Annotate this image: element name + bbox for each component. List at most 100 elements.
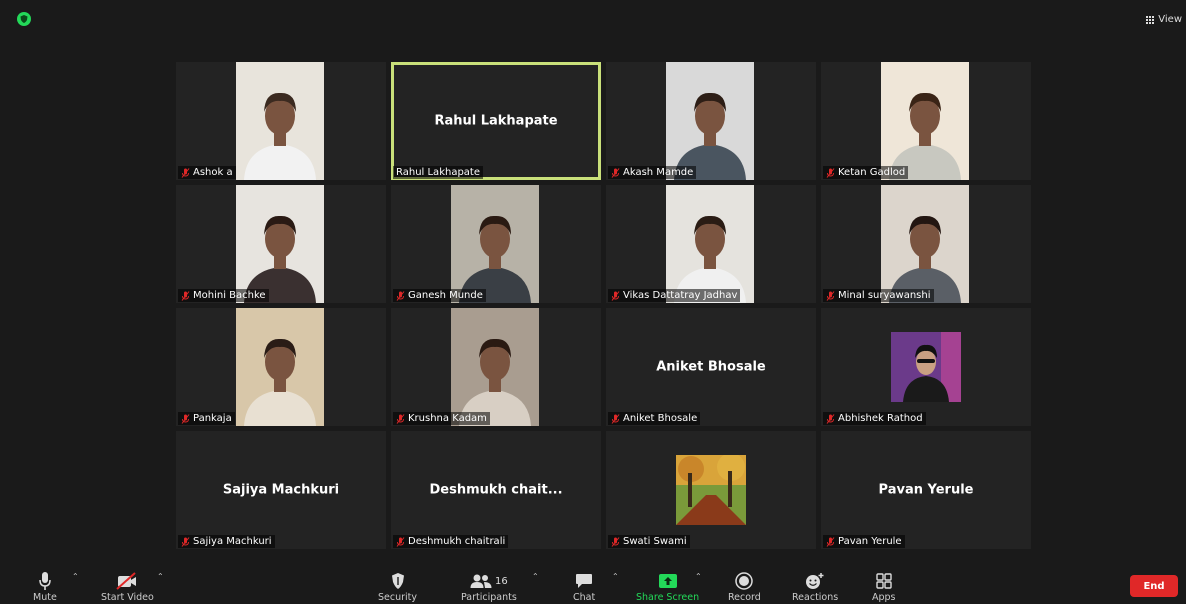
reactions-icon <box>806 573 824 589</box>
share-screen-icon <box>658 574 677 588</box>
participant-name: Rahul Lakhapate <box>396 167 480 178</box>
mute-options-caret[interactable]: ⌃ <box>72 572 79 581</box>
participant-nameplate: Abhishek Rathod <box>823 412 926 425</box>
muted-microphone-icon <box>611 413 620 424</box>
end-meeting-button[interactable]: End <box>1130 575 1178 597</box>
participants-icon <box>470 574 492 588</box>
participant-video <box>881 185 969 303</box>
participant-display-name: Aniket Bhosale <box>656 359 766 375</box>
muted-microphone-icon <box>181 290 190 301</box>
participant-avatar <box>891 332 961 402</box>
security-shield-icon[interactable] <box>17 12 31 26</box>
participant-nameplate: Mohini Bachke <box>178 289 269 302</box>
chat-button[interactable]: Chat <box>573 570 595 603</box>
meeting-toolbar: Mute ⌃ Start Video ⌃ Security 16 Partici… <box>0 566 1186 604</box>
muted-microphone-icon <box>826 536 835 547</box>
participant-tile[interactable]: Ashok a <box>176 62 386 180</box>
participant-name: Deshmukh chaitrali <box>408 536 506 547</box>
participant-nameplate: Ganesh Munde <box>393 289 486 302</box>
participant-tile[interactable]: Pankaja <box>176 308 386 426</box>
participant-video-frame <box>236 62 324 180</box>
muted-microphone-icon <box>396 413 405 424</box>
apps-button[interactable]: Apps <box>872 570 896 603</box>
participant-tile[interactable]: Mohini Bachke <box>176 185 386 303</box>
video-off-icon <box>116 572 137 590</box>
participant-tile[interactable]: Ganesh Munde <box>391 185 601 303</box>
participant-avatar <box>676 455 746 525</box>
participant-video <box>666 62 754 180</box>
participant-tile[interactable]: Sajiya Machkuri Sajiya Machkuri <box>176 431 386 549</box>
muted-microphone-icon <box>826 167 835 178</box>
muted-microphone-icon <box>396 536 405 547</box>
participant-name: Ketan Gadlod <box>838 167 906 178</box>
muted-microphone-icon <box>181 167 190 178</box>
muted-microphone-icon <box>611 290 620 301</box>
chat-label: Chat <box>573 592 596 603</box>
participants-label: Participants <box>461 592 517 603</box>
participant-tile[interactable]: Aniket Bhosale Aniket Bhosale <box>606 308 816 426</box>
participant-name: Ashok a <box>193 167 233 178</box>
participant-nameplate: Minal suryawanshi <box>823 289 934 302</box>
participant-video-frame <box>881 185 969 303</box>
participant-tile[interactable]: Abhishek Rathod <box>821 308 1031 426</box>
participant-avatar-image <box>891 332 961 402</box>
participant-nameplate: Akash Mamde <box>608 166 697 179</box>
participant-video-frame <box>236 185 324 303</box>
share-screen-button[interactable]: Share Screen <box>636 570 699 603</box>
muted-microphone-icon <box>611 536 620 547</box>
muted-microphone-icon <box>826 413 835 424</box>
participant-nameplate: Swati Swami <box>608 535 690 548</box>
participant-video <box>236 308 324 426</box>
participant-video <box>666 185 754 303</box>
participant-nameplate: Ketan Gadlod <box>823 166 909 179</box>
mute-button[interactable]: Mute <box>33 570 57 603</box>
chat-options-caret[interactable]: ⌃ <box>612 572 619 581</box>
participant-name: Sajiya Machkuri <box>193 536 272 547</box>
muted-microphone-icon <box>611 167 620 178</box>
record-button[interactable]: Record <box>728 570 761 603</box>
participant-video-frame <box>666 185 754 303</box>
mute-label: Mute <box>33 592 57 603</box>
participant-name: Pankaja <box>193 413 232 424</box>
share-options-caret[interactable]: ⌃ <box>695 572 702 581</box>
security-button[interactable]: Security <box>378 570 417 603</box>
participant-video-frame <box>666 62 754 180</box>
participant-name: Minal suryawanshi <box>838 290 931 301</box>
participant-tile[interactable]: Vikas Dattatray Jadhav <box>606 185 816 303</box>
video-options-caret[interactable]: ⌃ <box>157 572 164 581</box>
participant-name: Krushna Kadam <box>408 413 487 424</box>
participant-tile[interactable]: Pavan Yerule Pavan Yerule <box>821 431 1031 549</box>
apps-icon <box>876 573 892 589</box>
security-label: Security <box>378 592 418 603</box>
participant-nameplate: Pankaja <box>178 412 235 425</box>
participant-tile[interactable]: Swati Swami <box>606 431 816 549</box>
participant-video <box>451 308 539 426</box>
participant-tile[interactable]: Deshmukh chait... Deshmukh chaitrali <box>391 431 601 549</box>
participant-video <box>881 62 969 180</box>
participant-nameplate: Ashok a <box>178 166 236 179</box>
participant-tile[interactable]: Krushna Kadam <box>391 308 601 426</box>
reactions-label: Reactions <box>792 592 839 603</box>
participant-count: 16 <box>495 575 508 587</box>
participant-tile[interactable]: Akash Mamde <box>606 62 816 180</box>
participant-display-name: Pavan Yerule <box>878 482 974 498</box>
participant-video-frame <box>451 185 539 303</box>
view-button[interactable]: View <box>1146 14 1182 25</box>
muted-microphone-icon <box>181 413 190 424</box>
participants-button[interactable]: 16 Participants <box>461 570 517 603</box>
participant-nameplate: Vikas Dattatray Jadhav <box>608 289 741 302</box>
participants-options-caret[interactable]: ⌃ <box>532 572 539 581</box>
participant-nameplate: Sajiya Machkuri <box>178 535 275 548</box>
start-video-button[interactable]: Start Video <box>101 570 154 603</box>
participant-nameplate: Deshmukh chaitrali <box>393 535 509 548</box>
participant-nameplate: Pavan Yerule <box>823 535 905 548</box>
record-label: Record <box>728 592 761 603</box>
participant-tile[interactable]: Minal suryawanshi <box>821 185 1031 303</box>
participant-nameplate: Aniket Bhosale <box>608 412 701 425</box>
grid-view-icon <box>1146 15 1156 24</box>
participant-display-name: Deshmukh chait... <box>429 482 563 498</box>
reactions-button[interactable]: Reactions <box>792 570 838 603</box>
participant-tile[interactable]: Ketan Gadlod <box>821 62 1031 180</box>
participant-name: Abhishek Rathod <box>838 413 923 424</box>
participant-tile[interactable]: Rahul Lakhapate Rahul Lakhapate <box>391 62 601 180</box>
